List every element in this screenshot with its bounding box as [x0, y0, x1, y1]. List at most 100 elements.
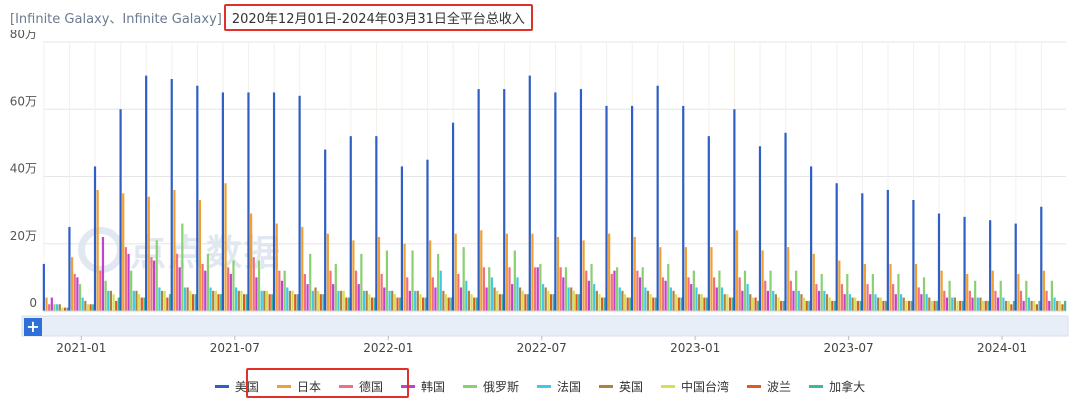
bar: [820, 274, 823, 311]
bar: [772, 290, 775, 311]
bar: [119, 109, 122, 311]
bar: [191, 294, 195, 311]
bar: [186, 287, 189, 311]
bar: [73, 274, 76, 311]
legend-swatch: [809, 384, 824, 388]
bar: [232, 260, 235, 311]
bar: [656, 85, 659, 312]
bar: [150, 257, 153, 311]
bar: [766, 290, 770, 311]
legend-item[interactable]: 中国台湾: [661, 378, 729, 395]
bar: [61, 307, 64, 311]
bar: [457, 274, 460, 311]
bar: [815, 284, 818, 311]
bar: [866, 284, 869, 311]
zoom-expand-button[interactable]: +: [24, 318, 42, 336]
bar: [945, 297, 949, 311]
bar: [633, 237, 636, 311]
bar: [769, 270, 772, 311]
bar: [646, 290, 650, 311]
legend-item[interactable]: 英国: [599, 378, 643, 395]
legend-item[interactable]: 波兰: [747, 378, 791, 395]
bar: [754, 297, 757, 311]
legend-item[interactable]: 法国: [537, 378, 581, 395]
bar: [385, 250, 389, 311]
bar: [812, 253, 815, 311]
bar: [968, 290, 971, 311]
bar: [42, 263, 45, 311]
bar: [1058, 300, 1061, 311]
bar: [158, 287, 161, 311]
bar: [669, 287, 673, 311]
x-tick-label: 2021-07: [210, 341, 260, 355]
bar: [559, 267, 562, 311]
bar: [723, 294, 726, 311]
bar: [933, 300, 936, 311]
bar: [937, 213, 941, 311]
app-name-label: [Infinite Galaxy、Infinite Galaxy]: [10, 11, 222, 27]
bar: [349, 136, 352, 311]
bar: [641, 267, 644, 311]
bar: [1064, 300, 1067, 311]
bar: [541, 284, 545, 311]
bar: [835, 183, 838, 311]
legend-item[interactable]: 俄罗斯: [462, 378, 519, 395]
bar: [882, 300, 885, 311]
bar: [575, 294, 578, 311]
bar: [1002, 297, 1005, 311]
bar: [928, 297, 931, 311]
bar: [436, 253, 440, 311]
bar: [861, 193, 864, 311]
bar: [953, 297, 956, 311]
bar: [96, 189, 99, 311]
bar: [391, 290, 394, 311]
bar: [979, 297, 982, 311]
bar: [789, 280, 792, 311]
bar: [616, 267, 619, 311]
bar: [115, 300, 118, 311]
bar: [337, 290, 340, 311]
bar: [843, 294, 846, 311]
legend-item[interactable]: 韩国: [400, 378, 445, 395]
bar: [626, 297, 629, 311]
bar: [996, 297, 1000, 311]
bar: [854, 297, 857, 311]
bar: [411, 250, 414, 311]
bar: [112, 294, 115, 311]
bar: [521, 290, 524, 311]
bar: [805, 300, 808, 311]
bar: [227, 267, 230, 311]
legend-swatch: [276, 384, 291, 388]
bar: [467, 290, 471, 311]
bar: [278, 270, 281, 311]
legend-item[interactable]: 美国: [214, 378, 259, 395]
bar: [1061, 304, 1064, 311]
bar: [567, 287, 570, 311]
bar: [45, 297, 48, 311]
bar: [886, 189, 889, 311]
legend-item[interactable]: 德国: [338, 378, 383, 395]
bar: [598, 294, 601, 311]
legend-label: 日本: [296, 379, 321, 394]
bar: [595, 290, 598, 311]
legend-item[interactable]: 日本: [276, 378, 321, 395]
bar: [912, 200, 915, 311]
bar: [221, 92, 224, 311]
bar: [224, 183, 227, 311]
bar: [237, 290, 240, 311]
bar: [89, 304, 92, 311]
bar: [780, 300, 783, 311]
bar: [229, 274, 232, 311]
legend-item[interactable]: 加拿大: [809, 378, 865, 395]
bar: [175, 253, 179, 311]
bar: [209, 287, 212, 311]
bar: [564, 267, 568, 311]
bar: [334, 263, 337, 311]
y-tick-label: 80万: [10, 30, 37, 41]
bar: [263, 290, 266, 311]
bar: [1027, 297, 1031, 311]
bar: [636, 270, 639, 311]
bar: [718, 270, 721, 311]
bar: [135, 290, 138, 311]
bar: [664, 280, 667, 311]
